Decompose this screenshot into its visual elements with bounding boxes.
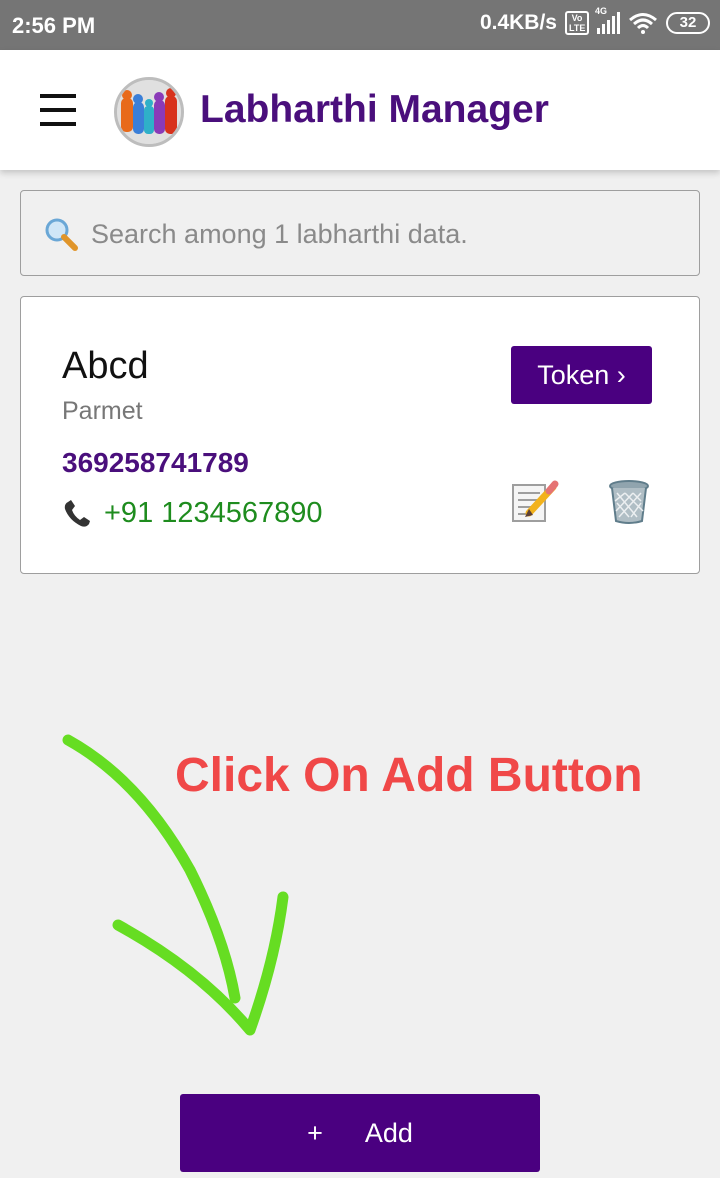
trash-icon[interactable] bbox=[607, 479, 651, 525]
network-speed: 0.4KB/s bbox=[479, 11, 557, 34]
add-button-label: Add bbox=[364, 1117, 413, 1148]
status-time: 2:56 PM bbox=[12, 13, 96, 38]
app-title: Labharthi Manager bbox=[200, 88, 549, 131]
phone-number: +91 1234567890 bbox=[104, 497, 323, 529]
phone-icon bbox=[64, 499, 90, 527]
status-bar: 2:56 PM 0.4KB/s Vo LTE 4G 32 bbox=[0, 0, 720, 50]
network-type: 4G bbox=[595, 6, 608, 16]
volte-icon: Vo LTE bbox=[565, 11, 589, 35]
entry-phone[interactable]: +91 1234567890 bbox=[62, 497, 323, 530]
battery-icon: 32 bbox=[666, 12, 710, 34]
wifi-icon bbox=[629, 13, 657, 34]
status-icons: 0.4KB/s Vo LTE 4G 32 bbox=[479, 6, 710, 35]
labharthi-card[interactable]: Abcd Parmet 369258741789 +91 1234567890 … bbox=[20, 296, 700, 574]
search-box[interactable] bbox=[20, 190, 700, 276]
entry-id-number: 369258741789 bbox=[62, 447, 249, 478]
edit-icon[interactable] bbox=[511, 479, 559, 523]
signal-icon: 4G bbox=[595, 6, 620, 34]
app-logo bbox=[114, 77, 184, 147]
token-button[interactable]: Token › bbox=[511, 346, 652, 404]
annotation-text: Click On Add Button bbox=[175, 749, 643, 802]
plus-icon: + bbox=[307, 1117, 323, 1148]
add-button[interactable]: + Add bbox=[180, 1094, 540, 1172]
entry-subtitle: Parmet bbox=[62, 397, 143, 425]
search-icon bbox=[45, 218, 78, 251]
entry-name: Abcd bbox=[62, 345, 149, 387]
app-bar: Labharthi Manager bbox=[0, 50, 720, 170]
menu-icon[interactable] bbox=[40, 94, 76, 126]
search-input[interactable] bbox=[91, 211, 671, 257]
